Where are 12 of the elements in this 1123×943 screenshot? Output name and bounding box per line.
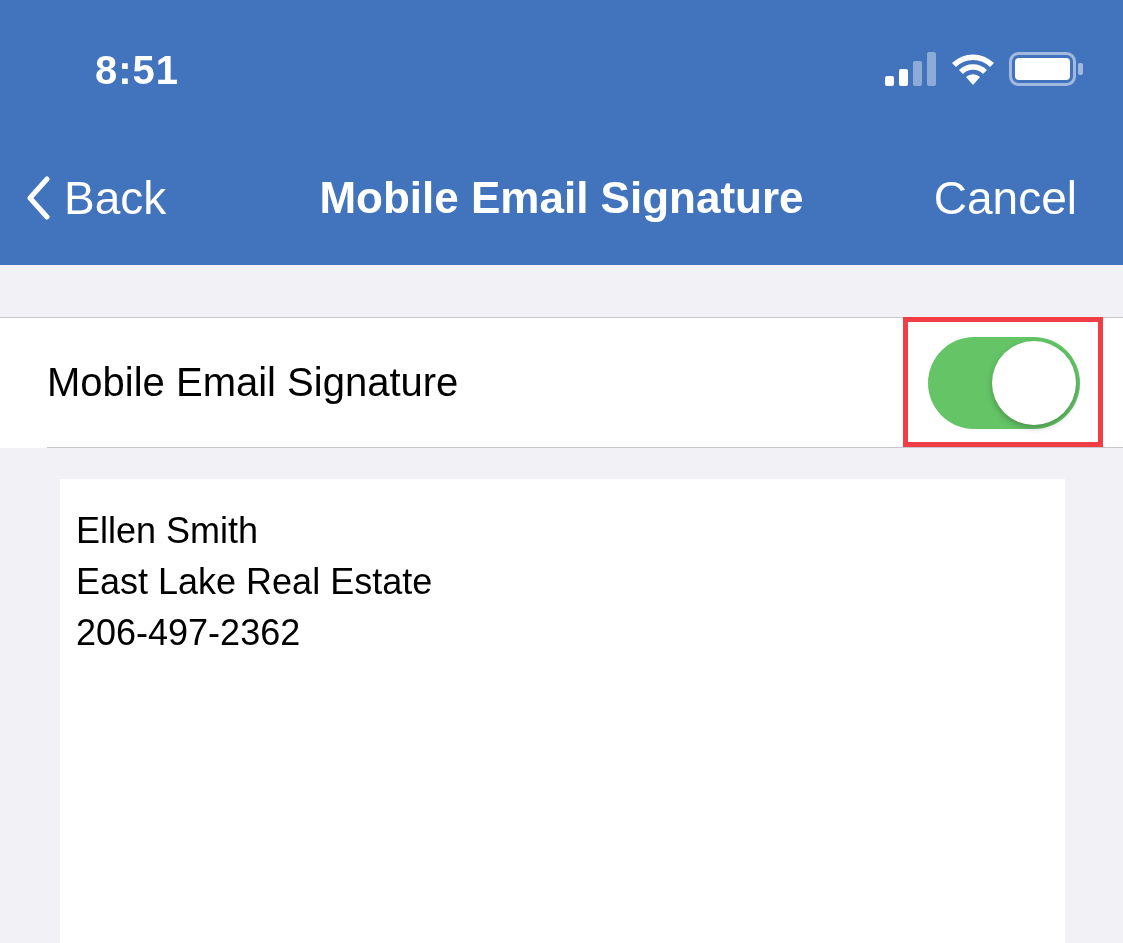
toggle-label: Mobile Email Signature — [47, 360, 459, 405]
wifi-icon — [951, 53, 995, 85]
screen-title: Mobile Email Signature — [319, 172, 804, 223]
signal-icon — [885, 52, 937, 86]
signature-line: 206-497-2362 — [76, 611, 301, 655]
back-button[interactable]: Back — [26, 170, 167, 225]
signature-line: East Lake Real Estate — [76, 560, 433, 604]
signature-line: Ellen Smith — [76, 509, 259, 553]
status-time: 8:51 — [95, 48, 180, 93]
cancel-button[interactable]: Cancel — [933, 170, 1077, 225]
chevron-left-icon — [26, 175, 50, 220]
battery-icon — [1009, 52, 1083, 86]
